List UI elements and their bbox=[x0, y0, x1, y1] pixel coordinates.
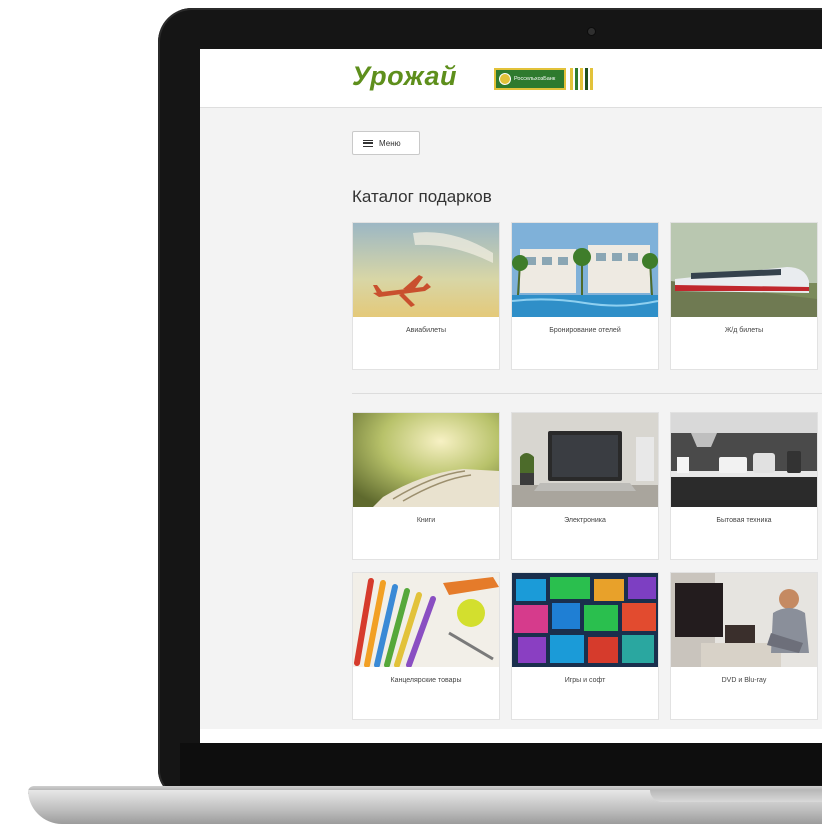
books-image bbox=[353, 413, 499, 507]
catalog-card-label: Бытовая техника bbox=[716, 517, 772, 524]
catalog-card-dvd[interactable]: DVD и Blu-ray bbox=[670, 572, 818, 720]
bank-stripes bbox=[570, 68, 593, 90]
hotels-image bbox=[512, 223, 658, 317]
games-image bbox=[512, 573, 658, 667]
trains-image bbox=[671, 223, 817, 317]
catalog-card-games[interactable]: Игры и софт bbox=[511, 572, 659, 720]
dvd-image bbox=[671, 573, 817, 667]
catalog-card-trains[interactable]: Ж/д билеты bbox=[670, 222, 818, 370]
bank-stripe bbox=[585, 68, 588, 90]
menu-label: Меню bbox=[379, 138, 401, 148]
catalog-card-label: Авиабилеты bbox=[405, 327, 447, 334]
row-divider bbox=[352, 393, 822, 394]
laptop-screen: Урожай РоссельхозБанк Меню Каталог подар… bbox=[200, 49, 822, 743]
bank-badge: РоссельхозБанк bbox=[494, 68, 566, 90]
screen-footer-area bbox=[200, 729, 822, 743]
catalog-card-books[interactable]: Книги bbox=[352, 412, 500, 560]
logo[interactable]: Урожай bbox=[352, 61, 457, 92]
bank-stripe bbox=[575, 68, 578, 90]
electronics-image bbox=[512, 413, 658, 507]
catalog-card-stationery[interactable]: Канцелярские товары bbox=[352, 572, 500, 720]
catalog-card-label: Книги bbox=[416, 517, 436, 524]
camera-icon bbox=[588, 28, 595, 35]
bank-stripe bbox=[580, 68, 583, 90]
catalog-card-label: Игры и софт bbox=[564, 677, 606, 684]
flights-image bbox=[353, 223, 499, 317]
catalog-card-label: Канцелярские товары bbox=[390, 677, 462, 684]
stationery-image bbox=[353, 573, 499, 667]
catalog-card-flights[interactable]: Авиабилеты bbox=[352, 222, 500, 370]
catalog-card-label: Ж/д билеты bbox=[724, 327, 764, 334]
bank-name: РоссельхозБанк bbox=[514, 76, 556, 82]
catalog-card-electronics[interactable]: Электроника bbox=[511, 412, 659, 560]
catalog-card-label: DVD и Blu-ray bbox=[721, 677, 767, 684]
catalog-card-appliances[interactable]: Бытовая техника bbox=[670, 412, 818, 560]
bank-emblem-icon bbox=[499, 73, 511, 85]
catalog-card-hotels[interactable]: Бронирование отелей bbox=[511, 222, 659, 370]
laptop-opening-notch bbox=[650, 790, 822, 802]
catalog-card-label: Бронирование отелей bbox=[549, 327, 621, 334]
appliances-image bbox=[671, 413, 817, 507]
laptop-bottom-bezel bbox=[180, 743, 822, 785]
catalog-card-label: Электроника bbox=[564, 517, 606, 524]
site-header: Урожай РоссельхозБанк bbox=[200, 49, 822, 108]
catalog-title: Каталог подарков bbox=[352, 187, 492, 206]
bank-logo[interactable]: РоссельхозБанк bbox=[494, 67, 612, 91]
hamburger-icon bbox=[363, 139, 373, 147]
menu-button[interactable]: Меню bbox=[352, 131, 420, 155]
bank-stripe bbox=[590, 68, 593, 90]
bank-stripe bbox=[570, 68, 573, 90]
